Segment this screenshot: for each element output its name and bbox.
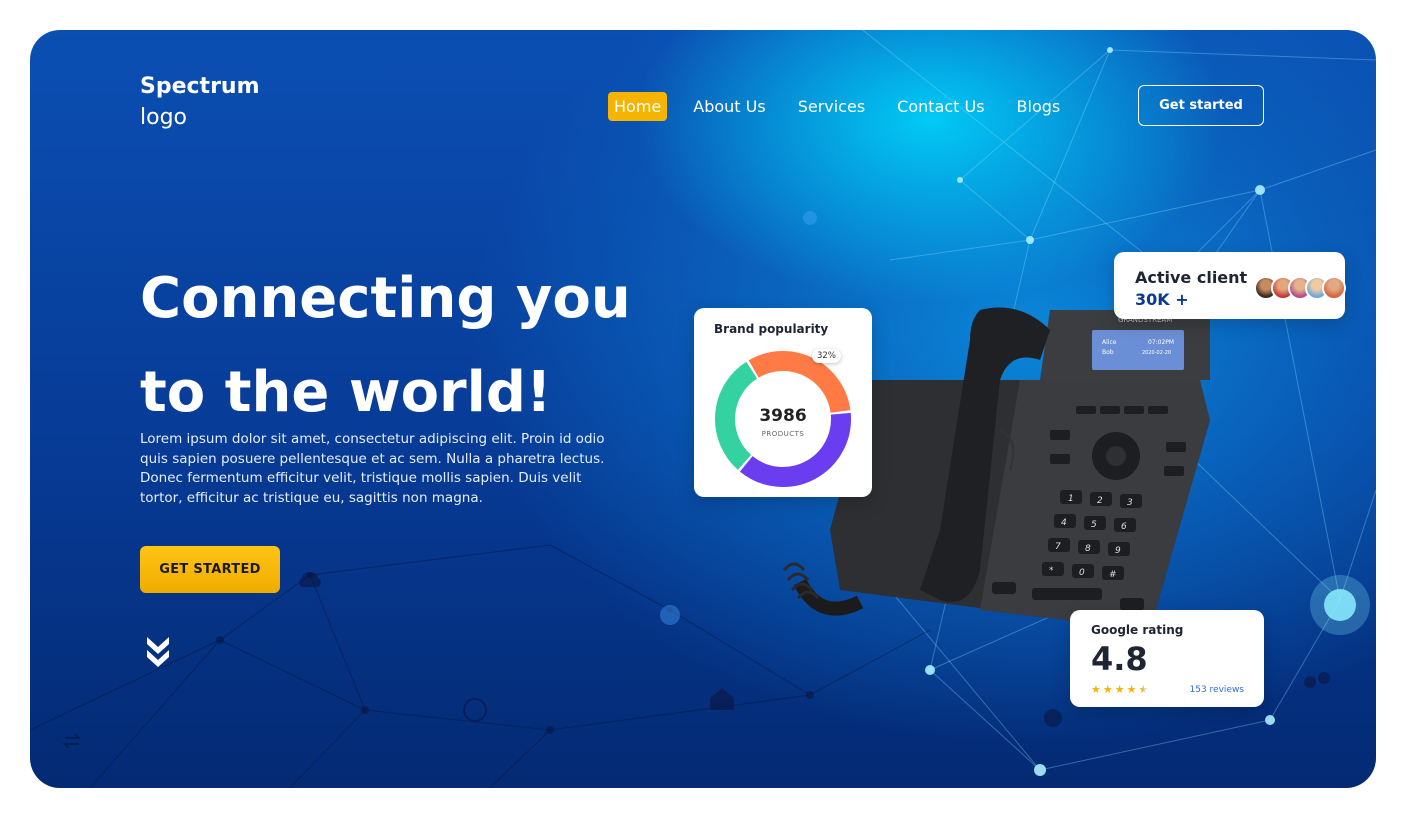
star-icon: ★ — [1126, 683, 1137, 696]
star-icon: ★ — [1102, 683, 1113, 696]
double-chevron-down-icon[interactable] — [144, 634, 172, 668]
logo-line1: Spectrum — [140, 74, 260, 99]
svg-text:6: 6 — [1121, 522, 1127, 532]
logo[interactable]: Spectrum logo — [140, 74, 260, 130]
donut-center-label: PRODUCTS — [761, 430, 805, 438]
hero-headline: Connecting you to the world! — [140, 252, 700, 440]
svg-text:*: * — [1049, 566, 1054, 576]
svg-text:7: 7 — [1055, 542, 1061, 552]
svg-text:1: 1 — [1068, 494, 1074, 504]
logo-line2: logo — [140, 105, 187, 130]
nav-services[interactable]: Services — [792, 92, 871, 121]
svg-text:3: 3 — [1127, 498, 1133, 508]
avatar — [1322, 276, 1346, 300]
nav-contact-us[interactable]: Contact Us — [891, 92, 990, 121]
headline-line2: to the world! — [140, 360, 552, 425]
svg-text:8: 8 — [1085, 544, 1091, 554]
svg-text:Alice: Alice — [1102, 339, 1117, 346]
main-nav: Home About Us Services Contact Us Blogs — [608, 92, 1066, 121]
nav-home[interactable]: Home — [608, 92, 668, 121]
svg-text:2: 2 — [1097, 496, 1103, 506]
donut-percent-badge: 32% — [812, 349, 841, 363]
half-star-icon: ★ — [1138, 683, 1149, 696]
active-client-title: Active client — [1135, 268, 1248, 287]
google-rating-value: 4.8 — [1091, 640, 1148, 678]
google-rating-card: Google rating 4.8 ★ ★ ★ ★ ★ 153 reviews — [1070, 610, 1264, 707]
star-icon: ★ — [1091, 683, 1101, 696]
nav-about-us[interactable]: About Us — [687, 92, 771, 121]
svg-text:07:02PM: 07:02PM — [1148, 339, 1174, 346]
donut-slice-orange — [748, 351, 851, 414]
hero-description: Lorem ipsum dolor sit amet, consectetur … — [140, 431, 605, 506]
active-client-card: Active client 30K + — [1114, 252, 1346, 319]
brand-popularity-title: Brand popularity — [714, 322, 829, 336]
google-rating-title: Google rating — [1091, 623, 1184, 637]
svg-text:9: 9 — [1115, 546, 1121, 556]
donut-center-value: 3986 — [759, 406, 807, 426]
hero-section: Spectrum logo Home About Us Services Con… — [30, 30, 1376, 788]
nav-blogs[interactable]: Blogs — [1011, 92, 1067, 121]
active-client-value: 30K + — [1135, 290, 1189, 309]
rating-stars: ★ ★ ★ ★ ★ — [1091, 684, 1148, 695]
hero-get-started-button[interactable]: GET STARTED — [140, 546, 280, 593]
star-icon: ★ — [1114, 683, 1125, 696]
reviews-link[interactable]: 153 reviews — [1190, 685, 1245, 695]
svg-text:4: 4 — [1061, 518, 1067, 528]
brand-popularity-card: Brand popularity 3986 PRODUCTS 32% — [694, 308, 872, 497]
svg-text:#: # — [1109, 570, 1117, 580]
svg-text:0: 0 — [1079, 568, 1085, 578]
svg-text:5: 5 — [1091, 520, 1097, 530]
client-avatars — [1254, 276, 1346, 300]
svg-text:2020-02-20: 2020-02-20 — [1142, 350, 1171, 356]
svg-text:Bob: Bob — [1102, 349, 1114, 356]
get-started-button[interactable]: Get started — [1138, 85, 1264, 126]
headline-line1: Connecting you — [140, 266, 631, 331]
